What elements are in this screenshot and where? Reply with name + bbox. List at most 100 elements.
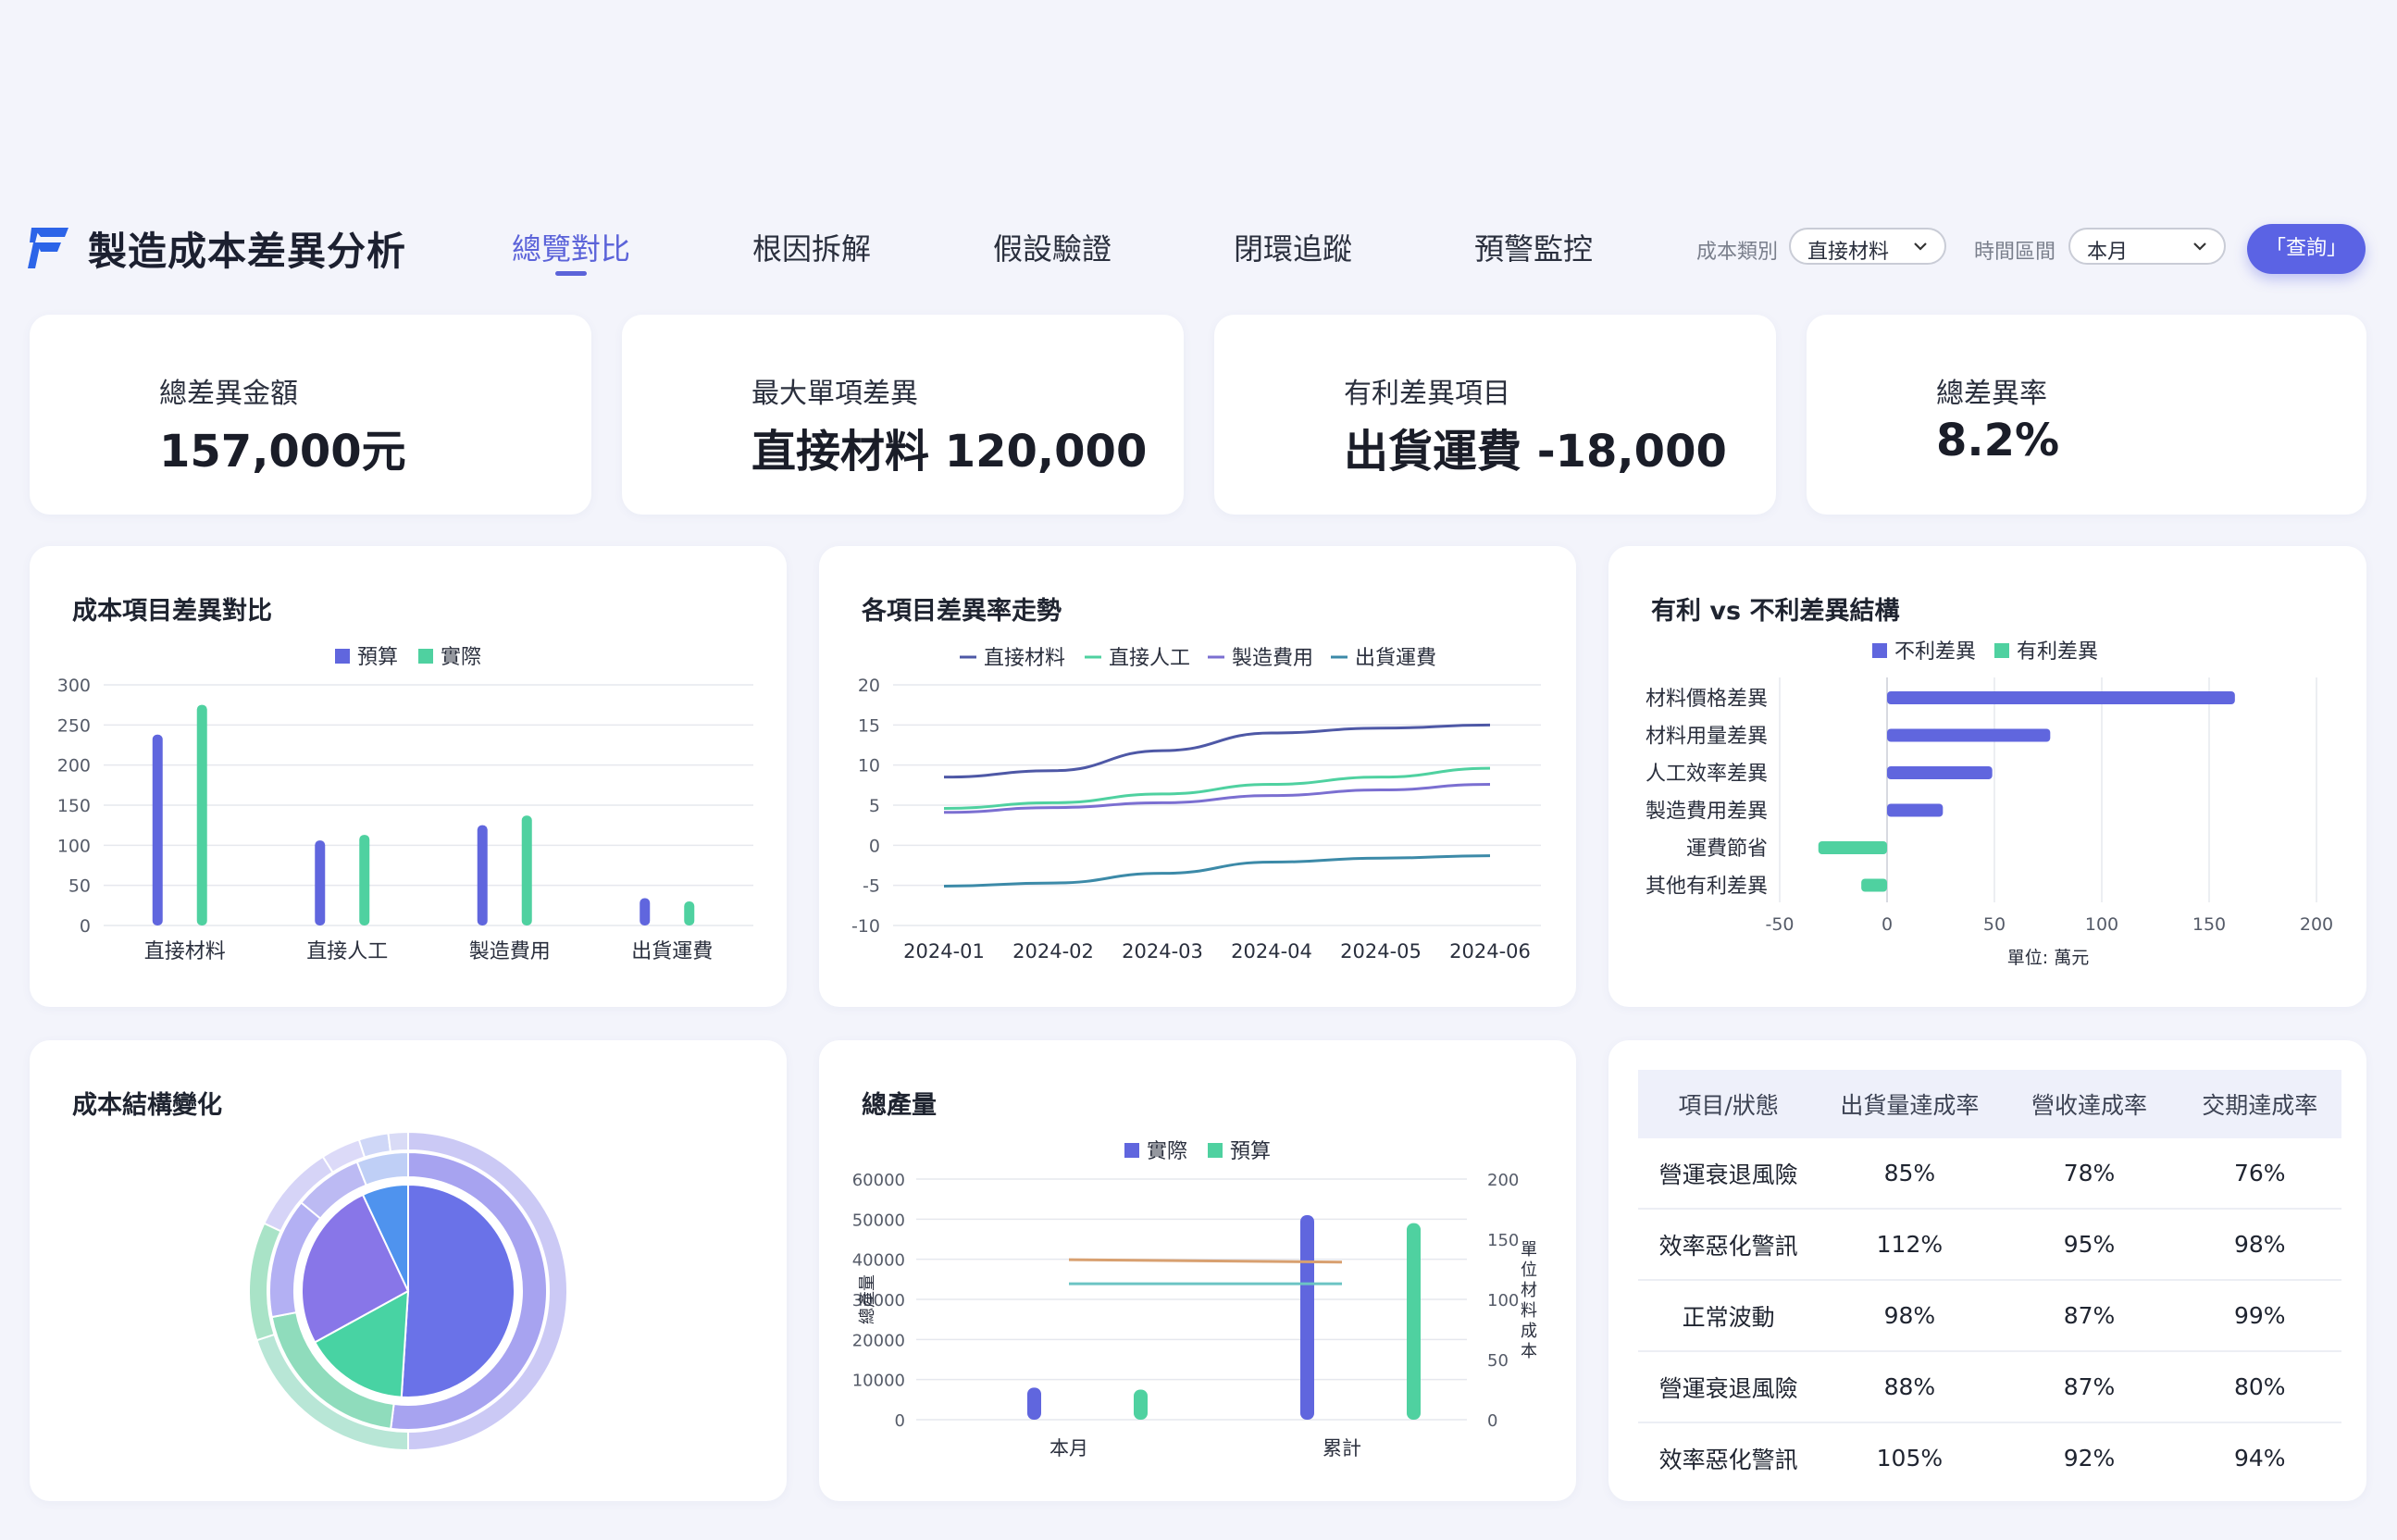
y-tick-label: 其他有利差異: [1646, 876, 1768, 899]
y-tick-label: 50000: [852, 1211, 905, 1230]
cost-variance-bar-chart: 0 50 100 150 200 250 300 直接材料 直接人工 製造費用 出貨運費 預算 實際: [57, 646, 753, 963]
kpi-label: 有利差異項目: [1344, 378, 1510, 410]
y2-axis-label-char: 位: [1521, 1261, 1537, 1280]
app-logo-icon: [28, 228, 68, 268]
table-row: 正常波動 98% 87% 99%: [1638, 1280, 2341, 1352]
y-tick-label: 0: [895, 1411, 905, 1431]
legend-label: 不利差異: [1894, 640, 1976, 664]
chart-card-cost-structure: 成本結構變化: [30, 1040, 787, 1501]
legend-swatch: [418, 649, 433, 664]
chart-card-variance-trend: 各項目差異率走勢 -10 -5 0 5 10 15 20 2024-01 2024-02 2024…: [819, 546, 1576, 1007]
query-button[interactable]: 「查詢」: [2247, 224, 2366, 274]
table-cell: 78%: [2000, 1138, 2179, 1210]
cost-category-label: 成本類別: [1696, 241, 1779, 264]
column-header: 營收達成率: [2000, 1070, 2179, 1138]
x-tick-label: 出貨運費: [631, 940, 713, 963]
status-table-card: 項目/狀態 出貨量達成率 營收達成率 交期達成率 營運衰退風險 85% 78% …: [1608, 1040, 2366, 1501]
table-cell: 87%: [2000, 1351, 2179, 1423]
tab-closed-loop[interactable]: 閉環追蹤: [1234, 226, 1352, 268]
bar: [1887, 691, 2235, 704]
y-tick-label: 100: [57, 836, 91, 856]
tab-overview[interactable]: 總覽對比: [512, 226, 630, 268]
cost-structure-pie-chart: [248, 1130, 568, 1452]
x-tick-label: 2024-05: [1340, 940, 1422, 962]
y-tick-label: 5: [869, 796, 880, 816]
series-line: [943, 854, 1491, 888]
column-header: 出貨量達成率: [1819, 1070, 2001, 1138]
legend-label: 直接人工: [1109, 647, 1190, 670]
period-label: 時間區間: [1974, 241, 2056, 264]
table-row: 營運衰退風險 88% 87% 80%: [1638, 1351, 2341, 1423]
legend-swatch: [1994, 643, 2009, 658]
y-tick-label: -5: [863, 876, 880, 897]
app-title: 製造成本差異分析: [88, 229, 407, 274]
y2-tick-label: 0: [1487, 1411, 1497, 1431]
table-cell: 112%: [1819, 1209, 2001, 1281]
y2-tick-label: 50: [1487, 1351, 1509, 1371]
x-tick-label: 100: [2085, 914, 2118, 935]
table-cell: 76%: [2178, 1138, 2341, 1210]
kpi-value: 出貨運費 -18,000: [1344, 426, 1727, 478]
cost-category-select[interactable]: 直接材料: [1789, 228, 1946, 265]
kpi-card-max-variance: 最大單項差異 直接材料 120,000: [622, 315, 1184, 515]
y2-axis-label-char: 成: [1521, 1322, 1537, 1341]
x-tick-label: -50: [1765, 914, 1794, 935]
y-tick-label: 材料用量差異: [1646, 726, 1768, 749]
table-header-row: 項目/狀態 出貨量達成率 營收達成率 交期達成率: [1638, 1070, 2341, 1138]
y-tick-label: 250: [57, 715, 91, 736]
bar: [1818, 841, 1887, 854]
y-tick-label: 300: [57, 676, 91, 696]
y-tick-label: 15: [858, 715, 880, 736]
x-tick-label: 本月: [1049, 1437, 1088, 1459]
bar: [1407, 1223, 1421, 1420]
bar: [1887, 728, 2051, 742]
kpi-value: 直接材料 120,000: [751, 426, 1148, 478]
bar: [1887, 803, 1944, 817]
table-cell: 80%: [2178, 1351, 2341, 1423]
kpi-card-total-variance: 總差異金額 157,000元: [30, 315, 591, 515]
bar: [1027, 1387, 1041, 1420]
y-tick-label: 0: [869, 836, 880, 856]
y2-axis-label-char: 材: [1521, 1281, 1537, 1300]
table-cell: 99%: [2178, 1280, 2341, 1352]
chart-card-total-output: 總產量 0 10000 20000 30000 40000 50000 60000 0 50 10…: [819, 1040, 1576, 1501]
bar: [152, 734, 163, 925]
tab-hypothesis[interactable]: 假設驗證: [993, 226, 1112, 268]
y-tick-label: 運費節省: [1686, 838, 1768, 861]
table-row: 效率惡化警訊 105% 92% 94%: [1638, 1422, 2341, 1493]
y-tick-label: 10000: [852, 1372, 905, 1391]
y-tick-label: 材料價格差異: [1646, 688, 1768, 711]
y-tick-label: 10: [858, 756, 880, 776]
y-tick-label: 0: [80, 916, 91, 937]
table-cell: 效率惡化警訊: [1658, 1446, 1798, 1473]
chart-card-cost-variance: 成本項目差異對比 0 50 100 150 200 250 300 直接材料 直接人工 製造費用出…: [30, 546, 787, 1007]
legend-label: 有利差異: [2017, 640, 2098, 664]
y-tick-label: 20: [858, 676, 880, 696]
y-tick-label: -10: [851, 916, 880, 937]
legend-label: 實際: [441, 646, 481, 669]
tab-root-cause[interactable]: 根因拆解: [752, 226, 871, 268]
x-tick-label: 2024-04: [1231, 940, 1312, 962]
x-tick-label: 累計: [1323, 1437, 1361, 1459]
legend-swatch: [1208, 1143, 1223, 1158]
chevron-down-icon: [1914, 242, 1927, 251]
legend-swatch: [1872, 643, 1887, 658]
active-tab-indicator: [555, 271, 587, 276]
column-header: 交期達成率: [2178, 1070, 2341, 1138]
y-tick-label: 40000: [852, 1251, 905, 1271]
tab-alert-monitor[interactable]: 預警監控: [1474, 226, 1593, 268]
table-cell: 87%: [2000, 1280, 2179, 1352]
table-cell: 98%: [2178, 1209, 2341, 1281]
legend-label: 預算: [1230, 1140, 1271, 1163]
y-tick-label: 200: [57, 756, 91, 776]
y-tick-label: 150: [57, 796, 91, 816]
y2-axis-label-char: 料: [1521, 1301, 1537, 1321]
legend-label: 直接材料: [984, 647, 1065, 670]
table-cell: 85%: [1819, 1138, 2001, 1210]
y-axis-label: 總產量: [858, 1274, 877, 1324]
chevron-down-icon: [2193, 242, 2206, 251]
bar: [521, 815, 532, 925]
bar: [1300, 1215, 1314, 1420]
bar: [640, 898, 651, 925]
period-select[interactable]: 本月: [2068, 228, 2226, 265]
